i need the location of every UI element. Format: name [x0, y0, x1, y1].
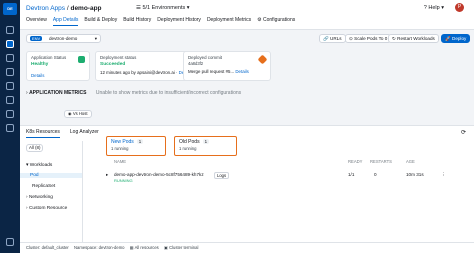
pod-restarts: 0	[374, 172, 377, 177]
restart-workloads-button[interactable]: ↻ Restart Workloads	[388, 34, 439, 43]
env-toolbar: ENV devtron-demo ▾ 🔗 URLs ⊙ Scale Pods T…	[20, 30, 474, 48]
app-status-details-link[interactable]: Details	[31, 73, 85, 78]
cluster-icon[interactable]	[6, 68, 14, 76]
all-filter[interactable]: All (8)	[26, 144, 44, 152]
deploy-button[interactable]: 🚀 Deploy	[441, 34, 471, 43]
nav-networking[interactable]: › Networking	[26, 195, 53, 200]
env-name: devtron-demo	[49, 36, 78, 41]
application-metrics: › APPLICATION METRICS Unable to show met…	[26, 90, 242, 96]
expand-icon[interactable]: ▸	[106, 172, 108, 178]
nav-replicaset[interactable]: ReplicaSet	[32, 184, 55, 189]
new-pods-tab[interactable]: New Pods 1 1 running	[106, 136, 166, 156]
pod-ready: 1/1	[348, 172, 355, 177]
all-resources-link[interactable]: ▦ All resources	[130, 245, 159, 250]
nav-workloads[interactable]: ▾ Workloads	[26, 163, 52, 168]
cluster-terminal-link[interactable]: ▣ Cluster terminal	[164, 245, 198, 250]
code-icon[interactable]	[6, 124, 14, 132]
deployed-commit-card: Deployed commit 4a8d3f2 Merge pull reque…	[183, 51, 271, 81]
pod-status: RUNNING	[114, 178, 133, 183]
security-icon[interactable]	[6, 96, 14, 104]
avatar[interactable]: P	[455, 3, 464, 12]
tab-deployment-history[interactable]: Deployment History	[157, 17, 201, 26]
tab-build-deploy[interactable]: Build & Deploy	[84, 17, 117, 26]
breadcrumb: Devtron Apps / demo-app	[26, 5, 102, 12]
app-header: Devtron Apps / demo-app ☰ 5/1 Environmen…	[20, 0, 474, 30]
pod-age: 10m 31s	[406, 172, 424, 177]
table-row[interactable]: ▸ demo-app-devtron-demo-5c8f756489-kh7kz…	[106, 171, 464, 185]
app-name[interactable]: demo-app	[70, 5, 101, 12]
apps-icon[interactable]	[6, 26, 14, 34]
tab-deployment-metrics[interactable]: Deployment Metrics	[207, 17, 251, 26]
resource-tree: All (8) ▾ Workloads Pod ReplicaSet › Net…	[20, 141, 83, 243]
tab-configurations[interactable]: ⚙ Configurations	[257, 17, 295, 26]
env-tag: ENV	[30, 36, 43, 41]
chevron-down-icon: ▾	[94, 36, 97, 41]
app-group-link[interactable]: Devtron Apps	[26, 5, 65, 12]
nav-pod[interactable]: Pod	[20, 173, 82, 178]
settings-icon[interactable]	[6, 110, 14, 118]
urls-button[interactable]: 🔗 URLs	[319, 34, 346, 43]
help-icon[interactable]	[6, 238, 14, 246]
live-tag[interactable]: ◉ Vs Host	[64, 110, 92, 118]
heart-icon	[78, 56, 85, 63]
tab-overview[interactable]: Overview	[26, 17, 47, 26]
footer-bar: Cluster: default_cluster Namespace: devt…	[20, 242, 474, 253]
pod-name[interactable]: demo-app-devtron-demo-5c8f756489-kh7kz	[114, 172, 204, 177]
left-sidebar: DE	[0, 0, 20, 253]
nav-custom-resource[interactable]: › Custom Resource	[26, 206, 67, 211]
env-selector[interactable]: ☰ 5/1 Environments ▾	[136, 5, 190, 11]
old-pods-tab[interactable]: Old Pods 1 1 running	[174, 136, 237, 156]
tab-log-analyzer[interactable]: Log Analyzer	[70, 129, 99, 138]
env-dropdown[interactable]: ENV devtron-demo ▾	[26, 34, 101, 43]
chevron-right-icon[interactable]: ›	[26, 90, 28, 96]
commit-details-link[interactable]: Details	[235, 69, 248, 74]
resources-panel: K8s Resources Log Analyzer ⟳ All (8) ▾ W…	[20, 125, 474, 243]
tab-build-history[interactable]: Build History	[123, 17, 151, 26]
refresh-icon[interactable]: ⟳	[461, 129, 466, 136]
devtron-logo[interactable]: DE	[3, 3, 17, 15]
chart-icon[interactable]	[6, 54, 14, 62]
grid-icon[interactable]	[6, 40, 14, 48]
logs-button[interactable]: Logs	[214, 172, 230, 179]
scale-pods-button[interactable]: ⊙ Scale Pods To 0	[345, 34, 392, 43]
help-menu[interactable]: ? Help ▾	[424, 5, 444, 11]
tab-app-details[interactable]: App Details	[52, 17, 79, 26]
more-icon[interactable]: ⋮	[441, 172, 446, 178]
deploy-icon[interactable]	[6, 82, 14, 90]
app-tabs: Overview App Details Build & Deploy Buil…	[26, 17, 295, 26]
tab-k8s-resources[interactable]: K8s Resources	[26, 129, 60, 138]
app-status-card: Application Status Healthy Details	[26, 51, 90, 81]
